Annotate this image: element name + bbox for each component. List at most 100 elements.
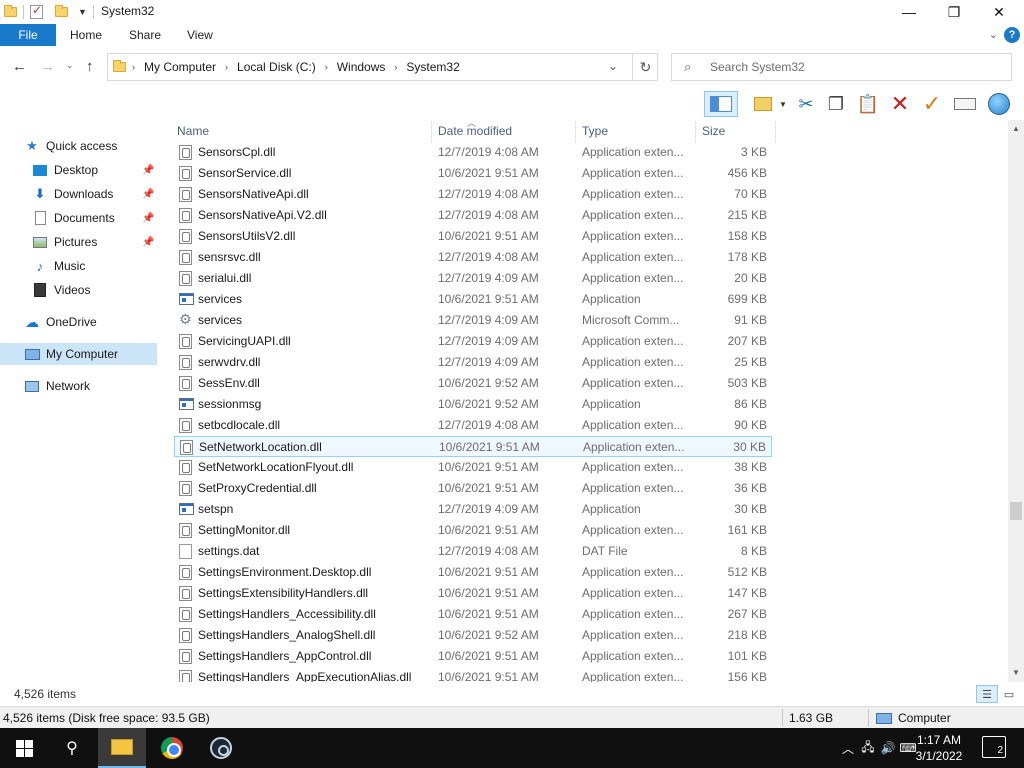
vertical-scrollbar[interactable]: ▲ ▼ (1008, 120, 1024, 682)
new-folder-icon[interactable] (748, 92, 778, 116)
details-view-icon[interactable]: ☰ (976, 685, 998, 703)
check-icon[interactable]: ✓ (916, 91, 948, 116)
column-divider[interactable] (695, 121, 696, 143)
file-row[interactable]: sessionmsg 10/6/2021 9:52 AM Application 86… (174, 394, 772, 415)
column-divider[interactable] (431, 121, 432, 143)
file-row[interactable]: settings.dat 12/7/2019 4:08 AM DAT File 8 K… (174, 541, 772, 562)
file-row[interactable]: ⚙ services 12/7/2019 4:09 AM Microsoft Comm… (174, 310, 772, 331)
column-header-date[interactable]: Date modified (438, 124, 512, 138)
show-hidden-icons-chevron-icon[interactable]: ︿ (838, 740, 858, 757)
start-button[interactable] (0, 728, 48, 768)
file-row[interactable]: services 10/6/2021 9:51 AM Application 699 … (174, 289, 772, 310)
rename-icon[interactable] (948, 92, 982, 116)
file-row[interactable]: SessEnv.dll 10/6/2021 9:52 AM Application … (174, 373, 772, 394)
scroll-down-icon[interactable]: ▼ (1012, 668, 1020, 677)
breadcrumb-separator-icon[interactable]: › (325, 62, 328, 72)
tab-file[interactable]: File (0, 24, 56, 46)
clock[interactable]: 1:17 AM 3/1/2022 (905, 732, 973, 764)
maximize-button[interactable]: ❐ (931, 0, 977, 24)
back-arrow-icon[interactable]: ← (12, 58, 27, 75)
expand-ribbon-chevron-icon[interactable]: ⌄ (989, 28, 998, 41)
scrollbar-thumb[interactable] (1010, 502, 1022, 520)
file-row[interactable]: SetNetworkLocationFlyout.dll 10/6/2021 9:… (174, 457, 772, 478)
sidebar-item-documents[interactable]: Documents 📌 (0, 207, 157, 229)
breadcrumb-windows[interactable]: Windows (337, 60, 386, 74)
file-row[interactable]: SettingsHandlers_AppControl.dll 10/6/2021… (174, 646, 772, 667)
layout-pane-icon[interactable] (704, 91, 738, 117)
column-header-size[interactable]: Size (702, 124, 725, 138)
file-row[interactable]: ServicingUAPI.dll 12/7/2019 4:09 AM Applic… (174, 331, 772, 352)
breadcrumb-separator-icon[interactable]: › (132, 62, 135, 72)
file-row[interactable]: serialui.dll 12/7/2019 4:09 AM Application… (174, 268, 772, 289)
chrome-taskbar-button[interactable] (148, 728, 196, 768)
forward-arrow-icon[interactable]: → (40, 58, 55, 75)
sidebar-item-quick-access[interactable]: ★ Quick access (0, 135, 157, 157)
large-icons-view-icon[interactable]: ▭ (998, 685, 1020, 703)
new-folder-icon[interactable] (55, 5, 68, 17)
refresh-icon[interactable]: ↻ (632, 54, 658, 80)
file-row[interactable]: sensrsvc.dll 12/7/2019 4:08 AM Application… (174, 247, 772, 268)
pin-icon[interactable]: 📌 (142, 237, 154, 248)
file-row[interactable]: SettingsHandlers_Accessibility.dll 10/6/2… (174, 604, 772, 625)
file-row[interactable]: SetNetworkLocation.dll 10/6/2021 9:51 AM A… (174, 436, 772, 457)
help-icon[interactable]: ? (1004, 27, 1020, 43)
pin-icon[interactable]: 📌 (142, 213, 154, 224)
file-row[interactable]: SensorsUtilsV2.dll 10/6/2021 9:51 AM Appli… (174, 226, 772, 247)
breadcrumb-local-disk[interactable]: Local Disk (C:) (237, 60, 316, 74)
tab-view[interactable]: View (187, 28, 213, 42)
address-bar[interactable]: › My Computer › Local Disk (C:) › Window… (107, 53, 658, 81)
paste-icon[interactable]: 📋 (852, 92, 884, 116)
action-center-icon[interactable]: 2 (982, 736, 1006, 758)
column-header-name[interactable]: Name (177, 124, 209, 138)
sidebar-item-network[interactable]: Network (0, 375, 157, 397)
file-row[interactable]: SensorsCpl.dll 12/7/2019 4:08 AM Applicati… (174, 142, 772, 163)
file-row[interactable]: SettingsHandlers_AppExecutionAlias.dll 10… (174, 667, 772, 682)
cut-icon[interactable]: ✂ (792, 92, 820, 116)
breadcrumb-separator-icon[interactable]: › (225, 62, 228, 72)
properties-icon[interactable] (30, 3, 43, 19)
pin-icon[interactable]: 📌 (142, 165, 154, 176)
address-dropdown-chevron-icon[interactable]: ⌄ (608, 59, 618, 73)
search-icon[interactable]: ⚲ (48, 728, 96, 768)
breadcrumb-separator-icon[interactable]: › (394, 62, 397, 72)
steam-taskbar-button[interactable] (197, 728, 245, 768)
file-row[interactable]: SettingsExtensibilityHandlers.dll 10/6/20… (174, 583, 772, 604)
column-divider[interactable] (575, 121, 576, 143)
tab-home[interactable]: Home (70, 28, 102, 42)
sidebar-item-music[interactable]: ♪ Music (0, 255, 157, 277)
copy-icon[interactable]: ❐ (820, 92, 852, 116)
search-box[interactable]: ⌕ (671, 53, 1012, 81)
tab-share[interactable]: Share (129, 28, 161, 42)
folder-icon[interactable] (4, 5, 17, 17)
file-row[interactable]: setspn 12/7/2019 4:09 AM Application 30 KB (174, 499, 772, 520)
file-row[interactable]: setbcdlocale.dll 12/7/2019 4:08 AM Applica… (174, 415, 772, 436)
sidebar-item-my-computer[interactable]: My Computer (0, 343, 157, 365)
file-row[interactable]: SettingsHandlers_AnalogShell.dll 10/6/202… (174, 625, 772, 646)
file-row[interactable]: SettingMonitor.dll 10/6/2021 9:51 AM Appli… (174, 520, 772, 541)
file-row[interactable]: SettingsEnvironment.Desktop.dll 10/6/2021… (174, 562, 772, 583)
breadcrumb-my-computer[interactable]: My Computer (144, 60, 216, 74)
volume-icon[interactable]: 🔊 (878, 741, 898, 755)
sidebar-item-onedrive[interactable]: ☁ OneDrive (0, 311, 157, 333)
sidebar-item-videos[interactable]: Videos (0, 279, 157, 301)
new-folder-dropdown-icon[interactable]: ▼ (778, 92, 788, 116)
minimize-button[interactable]: — (886, 0, 932, 24)
sidebar-item-desktop[interactable]: Desktop 📌 (0, 159, 157, 181)
sidebar-item-pictures[interactable]: Pictures 📌 (0, 231, 157, 253)
file-row[interactable]: SensorsNativeApi.V2.dll 12/7/2019 4:08 AM… (174, 205, 772, 226)
delete-icon[interactable]: ✕ (884, 91, 916, 116)
file-row[interactable]: serwvdrv.dll 12/7/2019 4:09 AM Application… (174, 352, 772, 373)
file-row[interactable]: SensorService.dll 10/6/2021 9:51 AM Applic… (174, 163, 772, 184)
scroll-up-icon[interactable]: ▲ (1012, 124, 1020, 133)
close-button[interactable]: ✕ (976, 0, 1022, 24)
file-row[interactable]: SetProxyCredential.dll 10/6/2021 9:51 AM A… (174, 478, 772, 499)
sidebar-item-downloads[interactable]: ⬇ Downloads 📌 (0, 183, 157, 205)
column-header-type[interactable]: Type (582, 124, 608, 138)
column-divider[interactable] (775, 121, 776, 143)
pin-icon[interactable]: 📌 (142, 189, 154, 200)
up-arrow-icon[interactable]: ↑ (86, 58, 94, 75)
search-input[interactable] (710, 58, 990, 76)
customize-qat-chevron-icon[interactable]: ▼ (78, 7, 87, 17)
globe-icon[interactable] (982, 92, 1016, 116)
file-explorer-taskbar-button[interactable] (98, 728, 146, 768)
